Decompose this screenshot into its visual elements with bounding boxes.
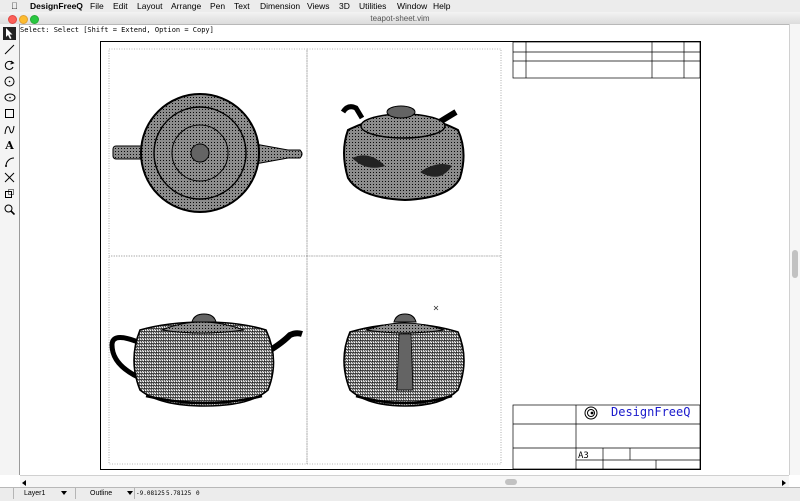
ellipse-icon[interactable] [3, 91, 16, 104]
menu-arrange[interactable]: Arrange [171, 0, 201, 12]
scroll-right-icon[interactable] [782, 480, 786, 486]
title-block-company: DesignFreeQ [611, 405, 691, 419]
layer-select[interactable]: Layer1 [24, 489, 45, 498]
title-block-sheet-size: A3 [578, 451, 589, 461]
layer-dropdown-icon[interactable] [61, 491, 67, 495]
menu-pen[interactable]: Pen [210, 0, 225, 12]
menu-3d[interactable]: 3D [339, 0, 350, 12]
scale-icon[interactable] [3, 187, 16, 200]
rectangle-icon[interactable] [3, 107, 16, 120]
view-mode-select[interactable]: Outline [90, 489, 112, 498]
scroll-left-icon[interactable] [22, 480, 26, 486]
menu-window[interactable]: Window [397, 0, 427, 12]
status-bar [0, 487, 800, 501]
coord-x: -9.08125 [136, 490, 165, 497]
status-divider [134, 488, 135, 499]
menu-text[interactable]: Text [234, 0, 250, 12]
trim-icon[interactable] [3, 171, 16, 184]
status-divider [75, 488, 76, 499]
status-divider [13, 488, 14, 499]
status-hint: Select: Select [Shift = Extend, Option =… [20, 26, 214, 34]
drawing-canvas[interactable]: DesignFreeQ A3 [20, 35, 789, 475]
text-icon[interactable]: A [3, 139, 16, 152]
horizontal-scroll-thumb[interactable] [505, 479, 517, 485]
window-title: teapot-sheet.vim [370, 14, 430, 23]
line-icon[interactable] [3, 43, 16, 56]
menu-dimension[interactable]: Dimension [260, 0, 300, 12]
menu-views[interactable]: Views [307, 0, 330, 12]
menu-edit[interactable]: Edit [113, 0, 128, 12]
vertical-scrollbar[interactable] [789, 24, 800, 475]
menu-utilities[interactable]: Utilities [359, 0, 386, 12]
apple-icon[interactable]:  [11, 0, 18, 12]
coord-y: 5.78125 [166, 490, 192, 497]
mode-dropdown-icon[interactable] [127, 491, 133, 495]
arc-icon[interactable] [3, 155, 16, 168]
rotate-icon[interactable] [3, 59, 16, 72]
vertical-scroll-thumb[interactable] [792, 250, 798, 278]
curve-icon[interactable] [3, 123, 16, 136]
circle-icon[interactable] [3, 75, 16, 88]
app-menu[interactable]: DesignFreeQ [30, 0, 83, 12]
coord-z: 0 [196, 490, 200, 497]
menu-layout[interactable]: Layout [137, 0, 163, 12]
arrow-icon[interactable] [3, 27, 16, 40]
menu-help[interactable]: Help [433, 0, 450, 12]
menu-file[interactable]: File [90, 0, 104, 12]
zoom-icon[interactable] [3, 203, 16, 216]
tool-palette: A [0, 24, 20, 475]
